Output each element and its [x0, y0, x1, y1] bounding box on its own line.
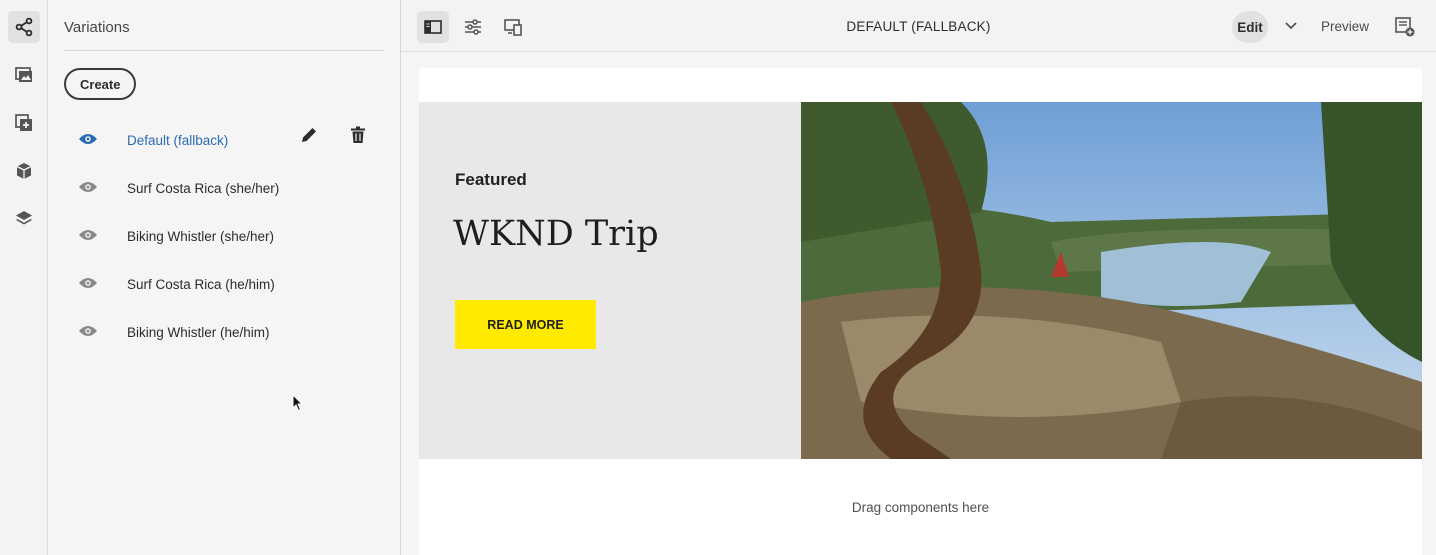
eye-icon[interactable] — [78, 132, 98, 146]
component-drop-zone[interactable]: Drag components here — [419, 459, 1422, 555]
eye-icon[interactable] — [78, 276, 98, 290]
mouse-cursor-icon — [292, 394, 304, 412]
components-rail-button[interactable] — [8, 155, 40, 187]
variation-label: Default (fallback) — [127, 133, 229, 148]
variation-label: Biking Whistler (he/him) — [127, 325, 270, 340]
read-more-button[interactable]: READ MORE — [455, 300, 596, 349]
teaser-title: WKND Trip — [453, 214, 659, 254]
assets-rail-button[interactable] — [8, 59, 40, 91]
eye-icon[interactable] — [78, 228, 98, 242]
trash-icon[interactable] — [348, 125, 368, 145]
page-canvas: Featured WKND Trip READ MORE Drag compon… — [419, 68, 1422, 555]
publish-settings-icon[interactable] — [1394, 16, 1416, 38]
landscape-photo — [801, 102, 1422, 459]
share-nodes-icon — [15, 17, 33, 37]
editor-toolbar: DEFAULT (FALLBACK) Edit Preview — [401, 0, 1436, 52]
eye-icon[interactable] — [78, 180, 98, 194]
variation-label: Surf Costa Rica (she/her) — [127, 181, 280, 196]
variation-item[interactable]: Biking Whistler (he/him) — [64, 312, 384, 356]
variation-label: Surf Costa Rica (he/him) — [127, 277, 275, 292]
variation-title: DEFAULT (FALLBACK) — [846, 19, 991, 34]
teaser-component[interactable]: Featured WKND Trip READ MORE — [419, 102, 1422, 459]
layers-rail-button[interactable] — [8, 203, 40, 235]
variation-item[interactable]: Biking Whistler (she/her) — [64, 216, 384, 260]
add-asset-icon — [15, 114, 32, 131]
divider — [64, 50, 384, 51]
box-icon — [16, 163, 32, 179]
variations-panel: Variations Create Default (fallback) Sur… — [48, 0, 401, 555]
variation-item[interactable]: Surf Costa Rica (she/her) — [64, 168, 384, 212]
variations-rail-button[interactable] — [8, 11, 40, 43]
variation-item[interactable]: Default (fallback) — [64, 120, 384, 164]
variation-item[interactable]: Surf Costa Rica (he/him) — [64, 264, 384, 308]
chevron-down-icon[interactable] — [1283, 17, 1299, 33]
teaser-pretitle: Featured — [455, 170, 527, 189]
image-gallery-icon — [15, 67, 32, 82]
app-window: Variations Create Default (fallback) Sur… — [0, 0, 1436, 555]
create-button[interactable]: Create — [64, 68, 137, 100]
fragments-rail-button[interactable] — [8, 107, 40, 139]
teaser-image — [801, 102, 1422, 459]
variation-label: Biking Whistler (she/her) — [127, 229, 275, 244]
pencil-icon[interactable] — [299, 125, 319, 145]
eye-icon[interactable] — [78, 324, 98, 338]
edit-mode-button[interactable]: Edit — [1232, 11, 1268, 43]
panel-title: Variations — [64, 19, 130, 36]
preview-mode-button[interactable]: Preview — [1321, 19, 1369, 34]
layers-icon — [16, 211, 32, 225]
left-rail — [0, 0, 48, 555]
